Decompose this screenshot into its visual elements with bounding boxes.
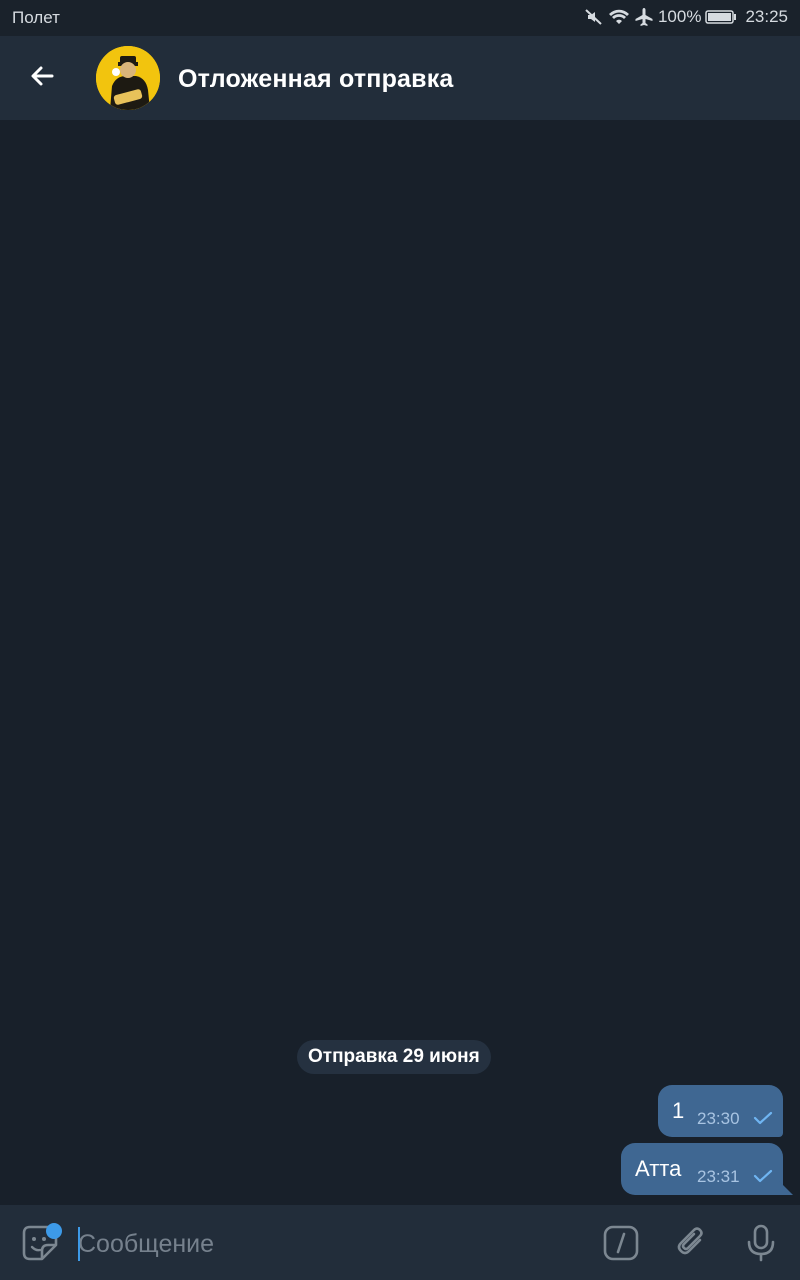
- arrow-left-icon: [28, 62, 56, 95]
- attach-button[interactable]: [672, 1225, 712, 1265]
- voice-button[interactable]: [741, 1224, 781, 1267]
- message-input[interactable]: [78, 1227, 558, 1261]
- bubble-tail: [779, 1181, 793, 1195]
- composer-bar: [0, 1205, 800, 1280]
- battery-icon: [705, 9, 737, 25]
- battery-percent: 100%: [657, 7, 702, 26]
- avatar[interactable]: [96, 46, 160, 110]
- status-icons: 100% 23:25: [584, 7, 788, 27]
- carrier-label: Полет: [12, 8, 60, 27]
- message-text: 1: [672, 1098, 685, 1123]
- back-button[interactable]: [18, 54, 66, 102]
- clock: 23:25: [745, 7, 788, 26]
- airplane-icon: [634, 7, 654, 27]
- notification-dot: [46, 1223, 62, 1239]
- message-bubble[interactable]: Атта 23:31: [621, 1143, 783, 1195]
- message-text: Атта: [635, 1156, 682, 1181]
- message-list: Отправка 29 июня 1 23:30 Атта 23:31: [0, 120, 800, 1205]
- wifi-icon: [608, 7, 630, 27]
- slash-command-icon: [603, 1225, 639, 1266]
- status-bar: Полет 100% 23:25: [0, 0, 800, 36]
- sent-check-icon: [753, 1169, 773, 1188]
- microphone-icon: [743, 1224, 779, 1267]
- commands-button[interactable]: [601, 1225, 641, 1265]
- sent-check-icon: [753, 1111, 773, 1130]
- date-separator: Отправка 29 июня: [297, 1040, 491, 1074]
- sticker-icon: [20, 1225, 60, 1267]
- chat-title: Отложенная отправка: [178, 65, 454, 93]
- message-bubble[interactable]: 1 23:30: [658, 1085, 783, 1137]
- text-cursor: [78, 1227, 80, 1261]
- app-bar: Отложенная отправка: [0, 36, 800, 120]
- mute-icon: [584, 7, 604, 27]
- paperclip-icon: [674, 1225, 710, 1266]
- message-time: 23:31: [697, 1167, 740, 1186]
- message-time: 23:30: [697, 1109, 740, 1128]
